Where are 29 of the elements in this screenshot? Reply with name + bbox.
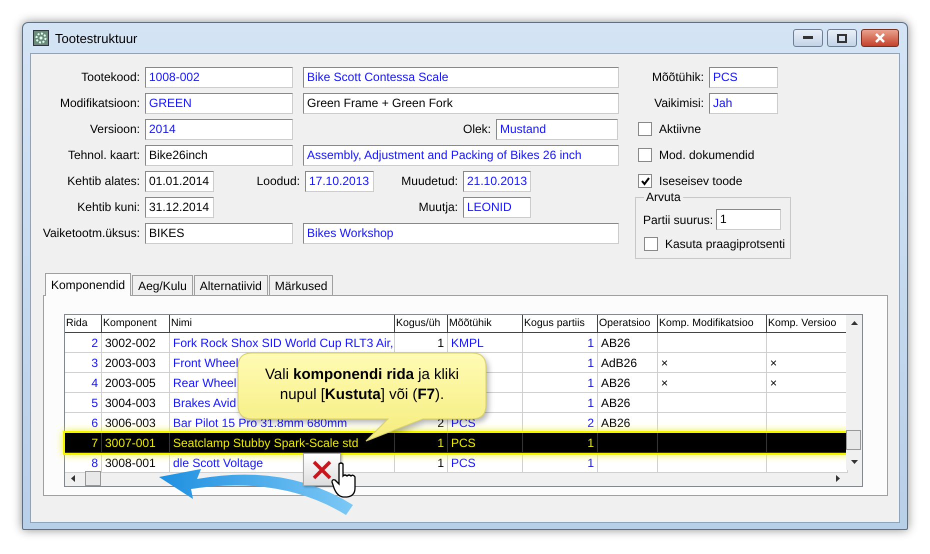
table-cell: 3008-001 xyxy=(102,453,170,473)
table-cell: PCS xyxy=(448,433,523,453)
field-label: Mõõtühik: xyxy=(650,70,705,84)
group-title: Arvuta xyxy=(644,190,683,204)
row-number: 7 xyxy=(65,433,102,453)
field-label: Vaikimisi: xyxy=(653,96,705,110)
field-label: Loodud: xyxy=(256,174,301,188)
field-label: Muudetud: xyxy=(400,174,459,188)
table-cell: 1 xyxy=(395,433,448,453)
table-cell: 1 xyxy=(523,433,598,453)
checkbox-label: Aktiivne xyxy=(659,122,702,136)
table-cell: PCS xyxy=(448,453,523,473)
table-cell: 3007-001 xyxy=(102,433,170,453)
field-label: Vaiketootm.üksus: xyxy=(42,226,141,240)
field-label: Tootekood: xyxy=(80,70,141,84)
checkbox-label: Mod. dokumendid xyxy=(659,148,754,162)
table-cell: 1 xyxy=(395,453,448,473)
table-cell: 1 xyxy=(523,453,598,473)
checkbox-label: Iseseisev toode xyxy=(659,174,742,188)
field-label: Modifikatsioon: xyxy=(58,96,141,110)
field-label: Partii suurus: xyxy=(643,212,714,226)
field-label: Versioon: xyxy=(88,122,141,136)
checkbox-label: Kasuta praagiprotsenti xyxy=(665,237,786,251)
field-label: Kehtib alates: xyxy=(66,174,141,188)
field-label: Muutja: xyxy=(418,200,459,214)
field-label: Kehtib kuni: xyxy=(76,200,141,214)
window-title: Tootestruktuur xyxy=(55,30,138,46)
field-label: Tehnol. kaart: xyxy=(66,148,141,162)
field-label: Olek: xyxy=(462,122,492,136)
